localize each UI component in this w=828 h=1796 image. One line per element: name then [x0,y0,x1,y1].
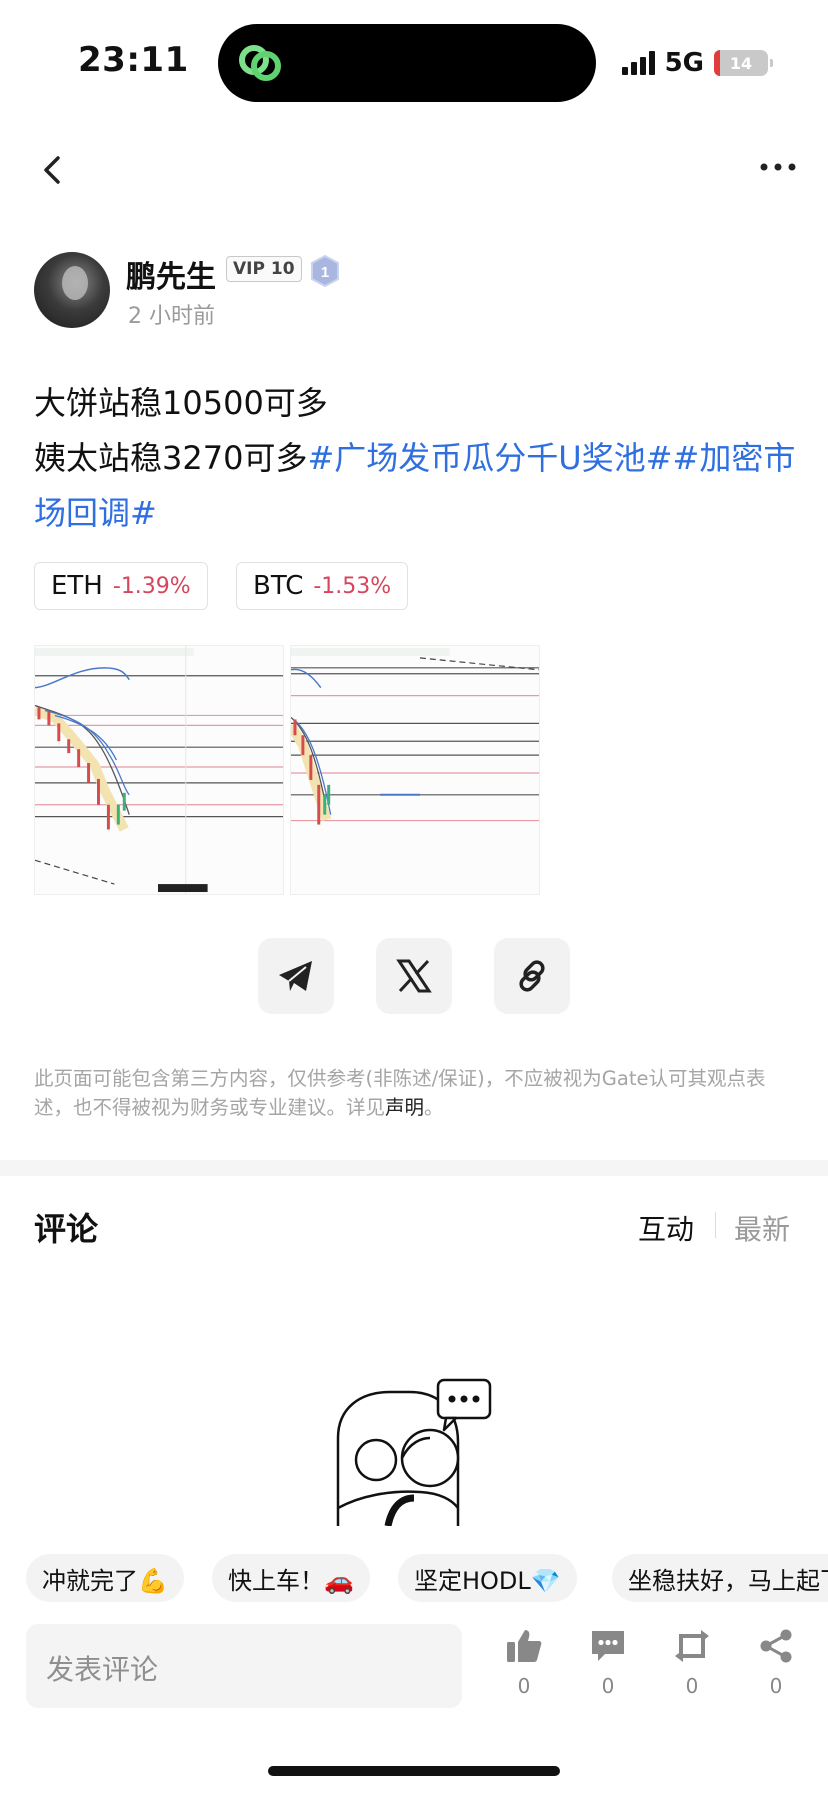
ticker-eth[interactable]: ETH -1.39% [34,562,208,610]
hashtag-link[interactable]: #广场发币瓜分千U奖池# [307,439,672,477]
ticker-btc[interactable]: BTC -1.53% [236,562,409,610]
comment-input[interactable]: 发表评论 [26,1624,462,1708]
repost-button[interactable]: 0 [662,1628,722,1708]
link-icon [519,960,545,992]
ticker-change: -1.53% [313,573,392,599]
battery-icon: 14 [714,50,773,76]
post-line-2: 姨太站稳3270可多#广场发币瓜分千U奖池##加密市场回调# [34,431,804,541]
post-content: 大饼站稳10500可多 姨太站稳3270可多#广场发币瓜分千U奖池##加密市场回… [34,376,804,541]
chart-image-1[interactable] [34,645,284,895]
share-icon [760,1629,792,1663]
chart-image-2[interactable] [290,645,540,895]
telegram-icon [279,961,312,991]
tab-divider [715,1212,716,1238]
share-button[interactable]: 0 [746,1628,806,1708]
post-line-1: 大饼站稳10500可多 [34,384,328,422]
status-indicators: 5G 14 [621,48,773,78]
like-button[interactable]: 0 [494,1628,554,1708]
share-link-button[interactable] [494,938,570,1014]
network-type: 5G [664,48,704,78]
app-logo-icon [239,45,281,81]
signal-icon [621,51,655,75]
share-count: 0 [769,1674,783,1698]
ticker-symbol: BTC [253,571,304,601]
dynamic-island [218,24,596,102]
vip-badge: VIP 10 [226,256,302,282]
empty-comments-illustration [336,1378,492,1526]
repost-count: 0 [685,1674,699,1698]
author-name[interactable]: 鹏先生 [126,252,216,296]
tab-interactive[interactable]: 互动 [638,1208,694,1248]
disclaimer: 此页面可能包含第三方内容，仅供参考(非陈述/保证)，不应被视为Gate认可其观点… [34,1064,798,1122]
comments-title: 评论 [34,1210,99,1248]
ticker-symbol: ETH [51,571,103,601]
back-icon[interactable] [38,152,68,188]
tab-latest[interactable]: 最新 [734,1208,790,1248]
like-icon [507,1630,542,1662]
quick-reply-chip[interactable]: 快上车！🚗 [212,1554,370,1602]
repost-icon [675,1630,709,1662]
home-indicator [268,1766,560,1776]
status-time: 23:11 [78,40,189,80]
section-divider [0,1160,828,1176]
level-number: 1 [321,264,329,281]
share-x-button[interactable] [376,938,452,1014]
comment-icon [592,1631,624,1661]
disclaimer-link[interactable]: 声明 [385,1096,424,1119]
like-count: 0 [517,1674,531,1698]
quick-reply-chip[interactable]: 坚定HODL💎 [398,1554,577,1602]
comment-count: 0 [601,1674,615,1698]
share-telegram-button[interactable] [258,938,334,1014]
comment-button[interactable]: 0 [578,1628,638,1708]
avatar[interactable] [34,252,110,328]
comment-input-placeholder: 发表评论 [46,1653,159,1686]
quick-reply-chip[interactable]: 冲就完了💪 [26,1554,184,1602]
disclaimer-end: 。 [424,1096,444,1119]
quick-reply-chip[interactable]: 坐稳扶好，马上起飞 [612,1554,828,1602]
post-time: 2 小时前 [128,304,215,329]
x-icon [396,959,432,993]
more-icon[interactable] [758,160,798,174]
ticker-change: -1.39% [112,573,191,599]
post-line-2-text: 姨太站稳3270可多 [34,439,308,477]
level-badge-icon: 1 [311,254,339,288]
battery-level: 14 [729,53,753,73]
quick-reply-chips: 冲就完了💪 快上车！🚗 坚定HODL💎 坐稳扶好，马上起飞 [26,1554,828,1602]
